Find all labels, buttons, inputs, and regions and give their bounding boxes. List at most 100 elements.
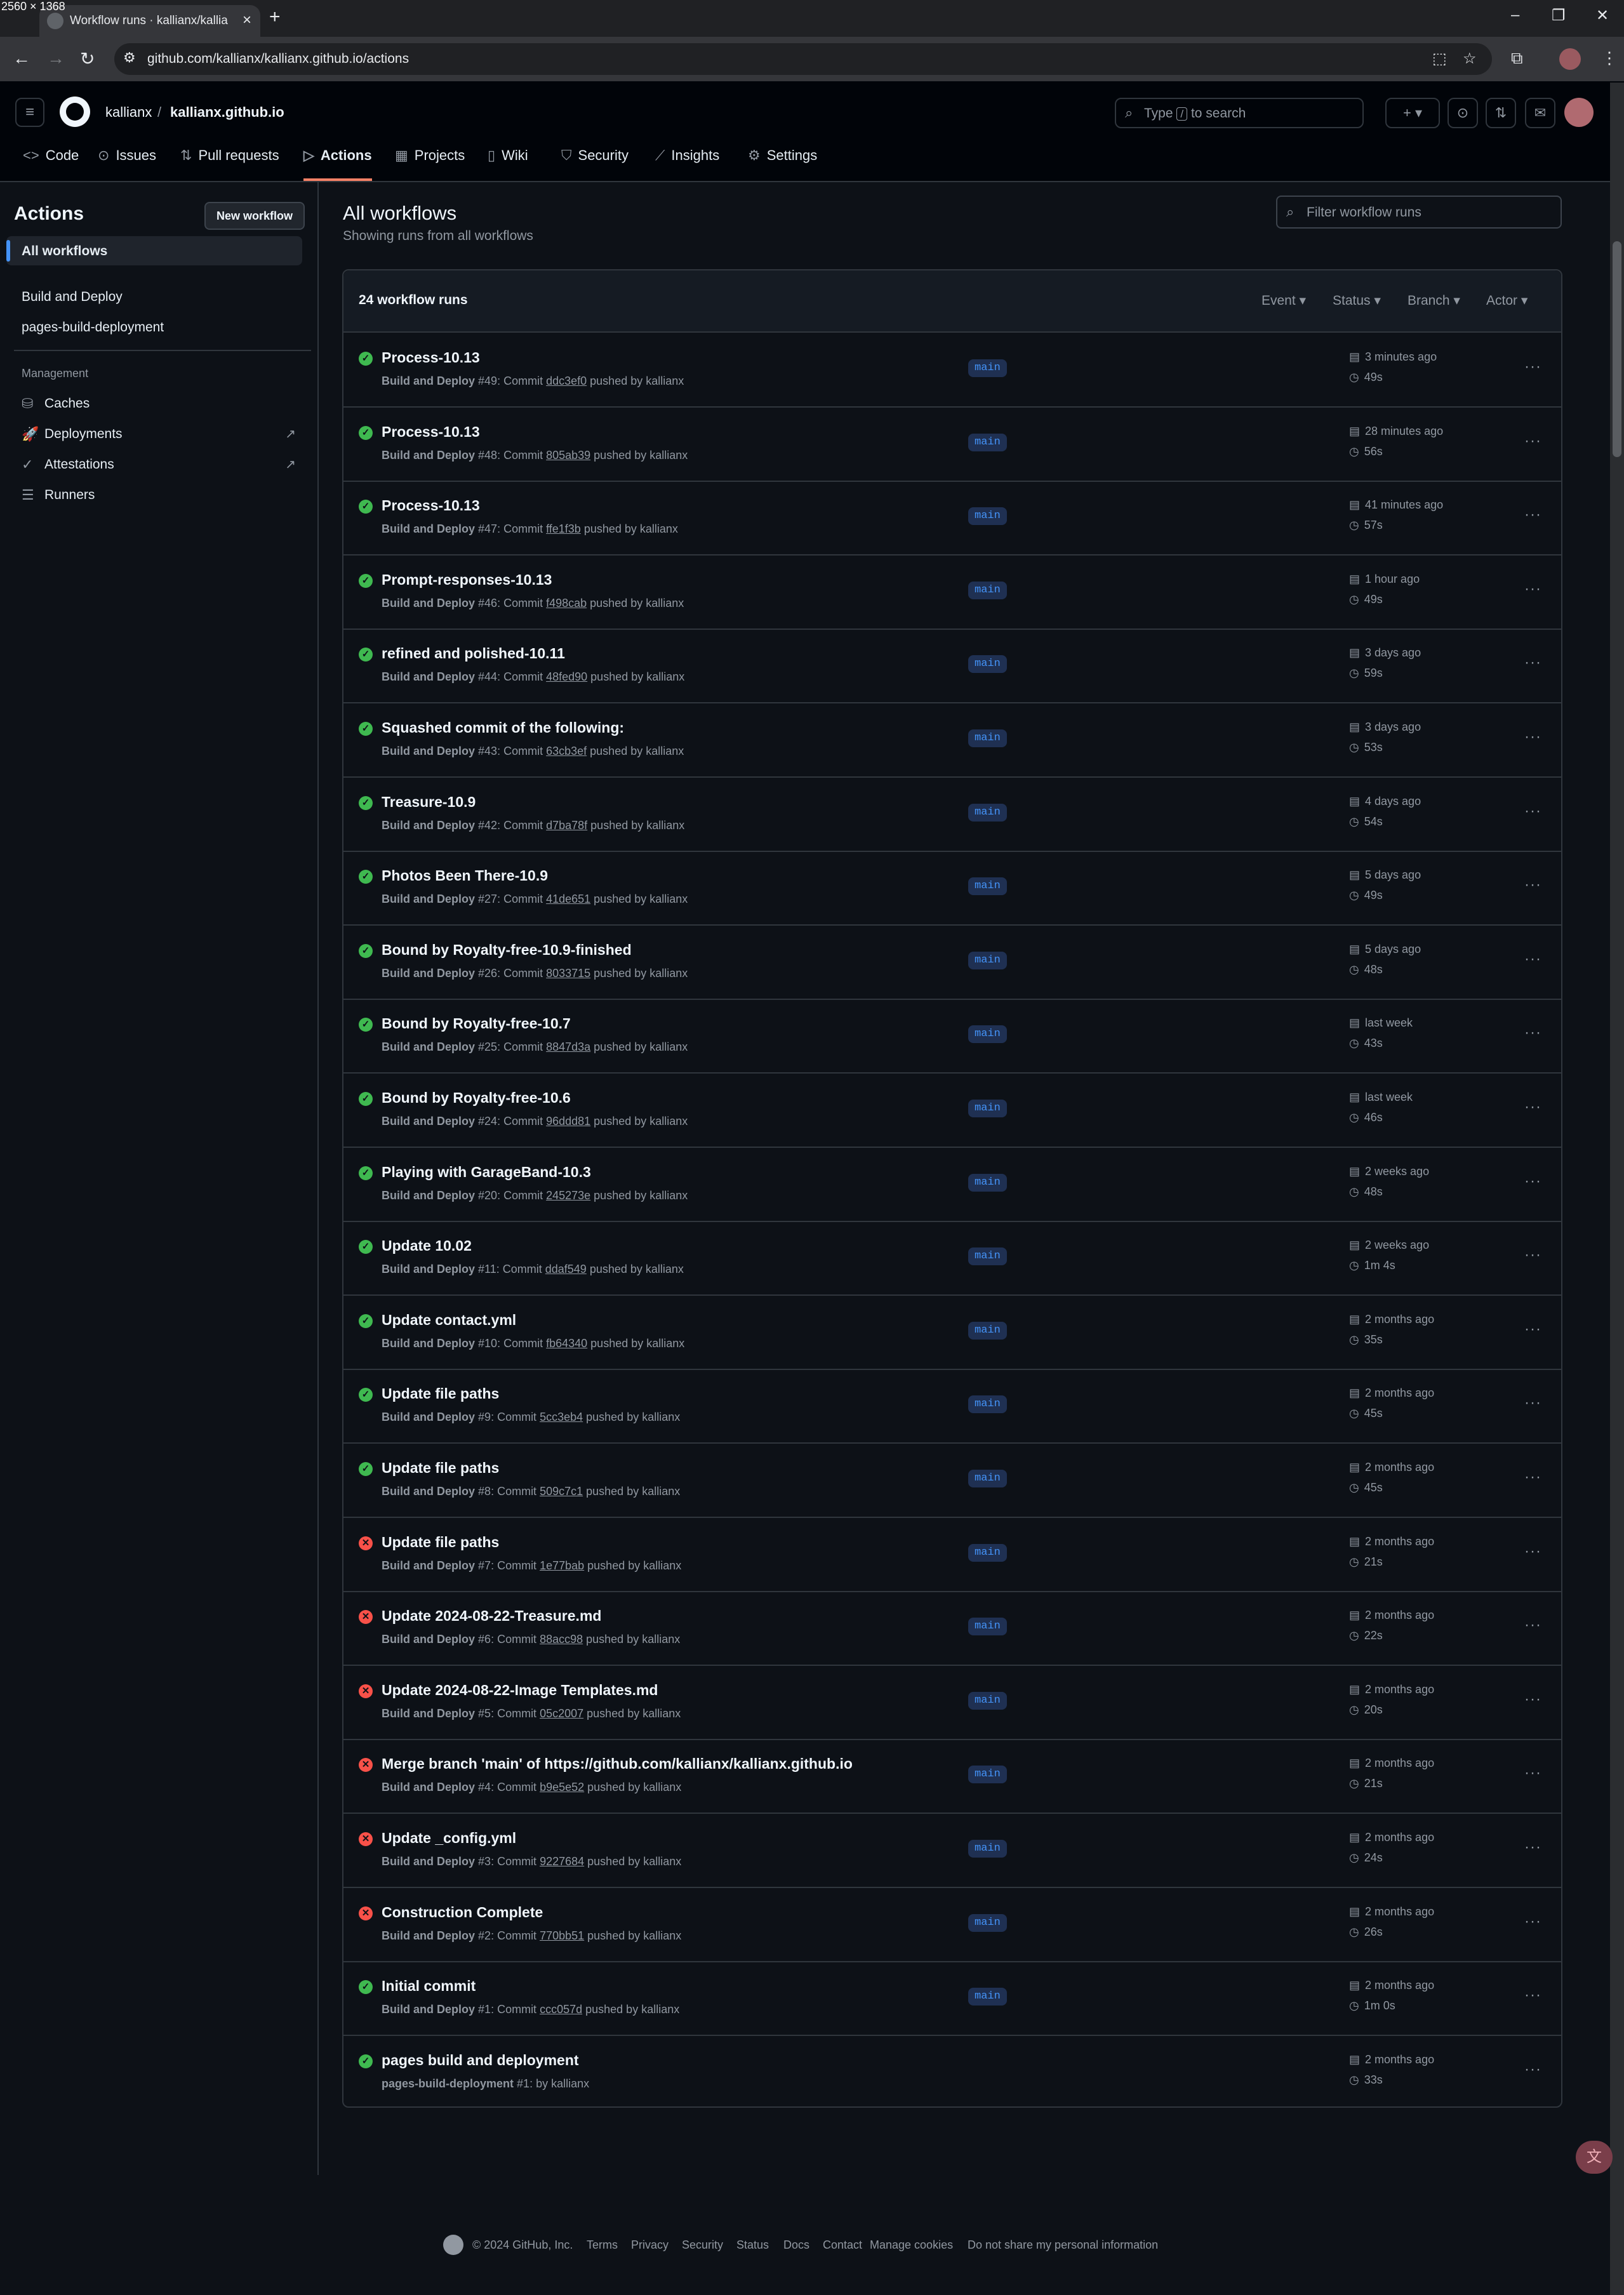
commit-sha-link[interactable]: 1e77bab (540, 1559, 584, 1572)
run-title[interactable]: Squashed commit of the following: (382, 719, 624, 736)
tab-wiki[interactable]: ▯ Wiki (488, 147, 528, 181)
workflow-run-row[interactable]: ✕ Update _config.yml Build and Deploy #3: … (343, 1813, 1561, 1888)
footer-link-terms[interactable]: Terms (587, 2238, 618, 2252)
workflow-run-row[interactable]: ✓ Update file paths Build and Deploy #9: C… (343, 1369, 1561, 1444)
run-title[interactable]: Update 2024-08-22-Treasure.md (382, 1607, 601, 1625)
hamburger-menu-icon[interactable]: ≡ (15, 98, 44, 127)
workflow-run-row[interactable]: ✓ Bound by Royalty-free-10.7 Build and Dep… (343, 999, 1561, 1074)
event-filter[interactable]: Event ▾ (1261, 293, 1306, 309)
commit-sha-link[interactable]: 63cb3ef (546, 745, 587, 757)
run-title[interactable]: Treasure-10.9 (382, 794, 476, 811)
kebab-menu-icon[interactable]: ··· (1524, 506, 1541, 524)
workflow-run-row[interactable]: ✓ Treasure-10.9 Build and Deploy #42: Comm… (343, 777, 1561, 852)
commit-sha-link[interactable]: f498cab (546, 597, 587, 609)
branch-label[interactable]: main (968, 1691, 1007, 1710)
commit-sha-link[interactable]: b9e5e52 (540, 1781, 584, 1793)
branch-label[interactable]: main (968, 655, 1007, 674)
workflow-run-row[interactable]: ✓ Initial commit Build and Deploy #1: Comm… (343, 1961, 1561, 2037)
branch-label[interactable]: main (968, 1395, 1007, 1414)
search-input[interactable]: ⌕ Type / to search (1115, 98, 1364, 128)
run-actor[interactable]: kallianx (649, 1115, 688, 1128)
run-actor[interactable]: kallianx (646, 597, 684, 609)
kebab-menu-icon[interactable]: ··· (1524, 1468, 1541, 1486)
breadcrumb-repo[interactable]: kallianx.github.io (170, 104, 284, 121)
branch-label[interactable]: main (968, 1766, 1007, 1784)
workflow-run-row[interactable]: ✓ refined and polished-10.11 Build and Dep… (343, 629, 1561, 704)
site-info-icon[interactable]: ⚙ (123, 50, 136, 66)
kebab-menu-icon[interactable]: ··· (1524, 950, 1541, 968)
run-actor[interactable]: kallianx (646, 819, 684, 832)
forward-icon[interactable]: → (47, 48, 65, 69)
commit-sha-link[interactable]: 9227684 (540, 1855, 584, 1868)
tab-code[interactable]: <> Code (23, 147, 79, 181)
run-actor[interactable]: kallianx (642, 1485, 680, 1498)
reload-icon[interactable]: ↻ (80, 48, 95, 69)
run-actor[interactable]: kallianx (649, 1189, 688, 1202)
kebab-menu-icon[interactable]: ··· (1524, 1320, 1541, 1338)
inbox-icon[interactable]: ✉ (1525, 98, 1555, 128)
workflow-run-row[interactable]: ✓ Process-10.13 Build and Deploy #48: Comm… (343, 407, 1561, 482)
address-bar[interactable]: ⚙ github.com/kallianx/kallianx.github.io… (114, 43, 1492, 75)
kebab-menu-icon[interactable]: ··· (1524, 1246, 1541, 1264)
commit-sha-link[interactable]: 88acc98 (540, 1633, 583, 1646)
run-actor[interactable]: kallianx (646, 670, 684, 683)
footer-link-security[interactable]: Security (682, 2238, 723, 2252)
filter-workflow-runs-input[interactable]: ⌕ Filter workflow runs (1276, 196, 1562, 229)
breadcrumb-owner[interactable]: kallianx (105, 104, 152, 121)
scrollbar-thumb[interactable] (1613, 241, 1621, 457)
commit-sha-link[interactable]: ccc057d (540, 2003, 582, 2016)
run-actor[interactable]: kallianx (642, 1411, 680, 1423)
minimize-icon[interactable]: – (1511, 6, 1519, 24)
workflow-run-row[interactable]: ✓ Update contact.yml Build and Deploy #10:… (343, 1295, 1561, 1370)
tab-insights[interactable]: ⟋ Insights (655, 147, 719, 181)
new-tab-icon[interactable]: + (269, 6, 281, 28)
extensions-icon[interactable]: ⧉ (1511, 48, 1523, 69)
branch-label[interactable]: main (968, 507, 1007, 526)
sidebar-item-attestations[interactable]: ✓ Attestations ↗ (6, 449, 302, 479)
run-title[interactable]: Construction Complete (382, 1904, 543, 1921)
translate-extension-icon[interactable]: 文 (1576, 2141, 1613, 2174)
workflow-run-row[interactable]: ✕ Update 2024-08-22-Image Templates.md Bui… (343, 1665, 1561, 1740)
run-actor[interactable]: kallianx (643, 1929, 681, 1942)
commit-sha-link[interactable]: 509c7c1 (540, 1485, 583, 1498)
run-title[interactable]: Update 2024-08-22-Image Templates.md (382, 1682, 658, 1699)
footer-link-manage-cookies[interactable]: Manage cookies (870, 2238, 953, 2252)
commit-sha-link[interactable]: 05c2007 (540, 1707, 583, 1720)
run-actor[interactable]: kallianx (646, 745, 684, 757)
kebab-menu-icon[interactable]: ··· (1524, 1986, 1541, 2004)
commit-sha-link[interactable]: 245273e (546, 1189, 590, 1202)
workflow-run-row[interactable]: ✓ Update 10.02 Build and Deploy #11: Commi… (343, 1221, 1561, 1296)
run-title[interactable]: Update file paths (382, 1385, 499, 1402)
kebab-menu-icon[interactable]: ··· (1524, 1543, 1541, 1560)
restore-icon[interactable]: ❐ (1552, 6, 1566, 25)
tab-actions[interactable]: ▷ Actions (303, 147, 372, 181)
run-actor[interactable]: kallianx (649, 1041, 688, 1053)
run-title[interactable]: Process-10.13 (382, 497, 480, 514)
branch-label[interactable]: main (968, 1618, 1007, 1636)
run-title[interactable]: refined and polished-10.11 (382, 645, 565, 662)
run-actor[interactable]: kallianx (646, 375, 684, 387)
branch-label[interactable]: main (968, 433, 1007, 451)
branch-label[interactable]: main (968, 1470, 1007, 1487)
run-title[interactable]: Bound by Royalty-free-10.9-finished (382, 941, 632, 959)
sidebar-item-deployments[interactable]: 🚀 Deployments ↗ (6, 419, 302, 448)
branch-label[interactable]: main (968, 803, 1007, 822)
workflow-run-row[interactable]: ✕ Construction Complete Build and Deploy #… (343, 1887, 1561, 1962)
pull-requests-icon[interactable]: ⇅ (1486, 98, 1516, 128)
run-actor[interactable]: kallianx (643, 1781, 681, 1793)
branch-label[interactable]: main (968, 877, 1007, 896)
kebab-menu-icon[interactable]: ··· (1524, 802, 1541, 820)
kebab-menu-icon[interactable]: ··· (1524, 2061, 1541, 2079)
run-title[interactable]: Bound by Royalty-free-10.6 (382, 1089, 571, 1107)
bookmark-star-icon[interactable]: ☆ (1463, 50, 1477, 68)
run-actor[interactable]: kallianx (643, 1559, 681, 1572)
run-title[interactable]: Photos Been There-10.9 (382, 867, 548, 884)
browser-tab[interactable]: Workflow runs · kallianx/kallianx × (39, 5, 260, 37)
workflow-run-row[interactable]: ✕ Merge branch 'main' of https://github.c… (343, 1739, 1561, 1814)
workflow-run-row[interactable]: ✓ Playing with GarageBand-10.3 Build and D… (343, 1147, 1561, 1222)
kebab-menu-icon[interactable]: ··· (1524, 358, 1541, 376)
kebab-menu-icon[interactable]: ··· (1524, 1913, 1541, 1931)
commit-sha-link[interactable]: 41de651 (546, 893, 590, 905)
run-title[interactable]: Update 10.02 (382, 1237, 472, 1254)
window-close-icon[interactable]: ✕ (1596, 6, 1609, 25)
